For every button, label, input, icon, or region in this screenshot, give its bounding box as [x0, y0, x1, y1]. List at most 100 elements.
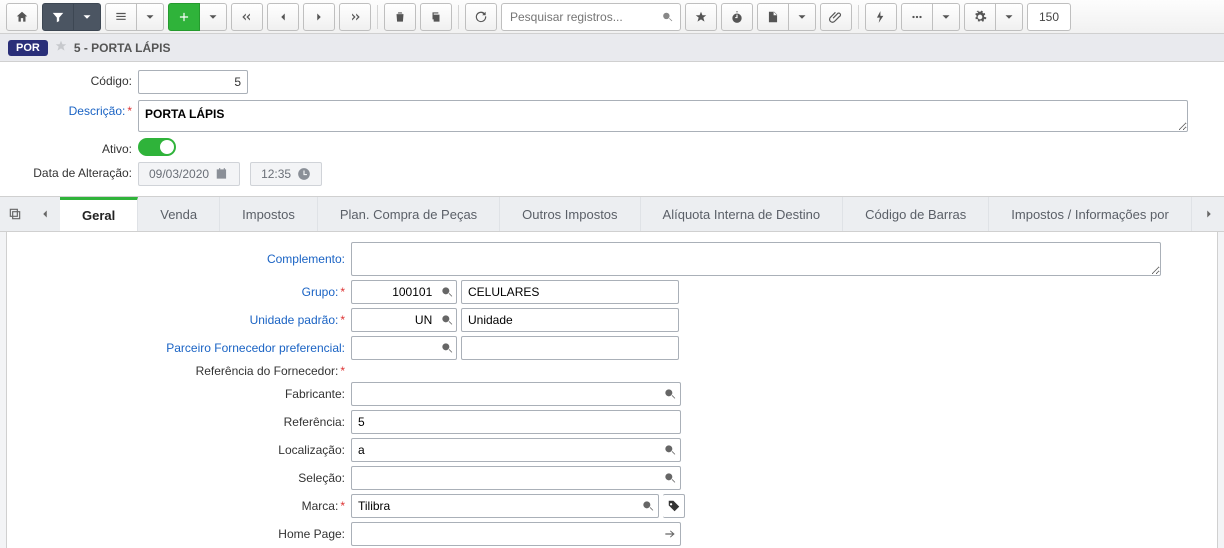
- tab-impostos[interactable]: Impostos: [220, 197, 318, 231]
- search-icon: [661, 10, 674, 24]
- chevron-right-icon: [1202, 207, 1216, 221]
- first-button[interactable]: [231, 3, 263, 31]
- paperclip-icon: [829, 10, 843, 24]
- ativo-toggle[interactable]: [138, 138, 176, 156]
- tabs-scroll-left[interactable]: [30, 197, 60, 231]
- favorite-button[interactable]: [685, 3, 717, 31]
- favorite-toggle[interactable]: [54, 39, 68, 56]
- complemento-input[interactable]: [351, 242, 1161, 276]
- toolbar: 150: [0, 0, 1224, 34]
- settings-button[interactable]: [964, 3, 996, 31]
- more-dropdown[interactable]: [933, 3, 960, 31]
- chevron-down-icon: [939, 10, 953, 24]
- tabs-clone[interactable]: [0, 197, 30, 231]
- data-alteracao-time: 12:35: [250, 162, 322, 186]
- timer-button[interactable]: [721, 3, 753, 31]
- delete-button[interactable]: [384, 3, 416, 31]
- filter-dropdown[interactable]: [74, 3, 101, 31]
- list-button[interactable]: [105, 3, 137, 31]
- homepage-label: Home Page:: [17, 527, 351, 541]
- tab-panel-geral: Complemento: Grupo:* Unidade padrão:* Pa…: [6, 232, 1218, 548]
- codigo-label: Código:: [14, 70, 138, 88]
- record-title: 5 - PORTA LÁPIS: [74, 41, 171, 55]
- complemento-label[interactable]: Complemento:: [17, 252, 351, 266]
- chevron-down-icon: [143, 10, 157, 24]
- search-icon: [663, 443, 677, 457]
- home-icon: [15, 10, 29, 24]
- list-dropdown[interactable]: [137, 3, 164, 31]
- parceiro-label[interactable]: Parceiro Fornecedor preferencial:: [17, 341, 351, 355]
- ellipsis-icon: [910, 10, 924, 24]
- calendar-icon: [215, 167, 229, 181]
- tab-codigo-barras[interactable]: Código de Barras: [843, 197, 989, 231]
- tab-geral[interactable]: Geral: [60, 197, 138, 231]
- grupo-desc-input[interactable]: [462, 281, 678, 303]
- marca-lookup[interactable]: [638, 499, 658, 513]
- unidade-label[interactable]: Unidade padrão:*: [17, 313, 351, 327]
- angle-left-icon: [276, 10, 290, 24]
- filter-icon: [51, 10, 65, 24]
- tab-outros-impostos[interactable]: Outros Impostos: [500, 197, 640, 231]
- settings-dropdown[interactable]: [996, 3, 1023, 31]
- tab-plan-compra[interactable]: Plan. Compra de Peças: [318, 197, 500, 231]
- descricao-label[interactable]: Descrição:*: [14, 100, 138, 118]
- chevron-down-icon: [795, 10, 809, 24]
- bolt-icon: [874, 10, 888, 24]
- tab-venda[interactable]: Venda: [138, 197, 220, 231]
- parceiro-code-input[interactable]: [352, 337, 438, 359]
- search-input[interactable]: [508, 9, 661, 25]
- bolt-button[interactable]: [865, 3, 897, 31]
- ativo-label: Ativo:: [14, 138, 138, 156]
- localizacao-lookup[interactable]: [659, 443, 680, 457]
- add-button[interactable]: [168, 3, 200, 31]
- selecao-lookup[interactable]: [659, 471, 680, 485]
- homepage-go[interactable]: [659, 527, 680, 541]
- last-button[interactable]: [339, 3, 371, 31]
- refresh-button[interactable]: [465, 3, 497, 31]
- marca-tag[interactable]: [663, 494, 685, 518]
- grupo-code-input[interactable]: [352, 281, 438, 303]
- copy-icon: [429, 10, 443, 24]
- descricao-input[interactable]: [138, 100, 1188, 132]
- search-icon: [440, 285, 454, 299]
- reffor-label: Referência do Fornecedor:*: [17, 364, 351, 378]
- unidade-code-input[interactable]: [352, 309, 438, 331]
- chevron-down-icon: [80, 10, 94, 24]
- more-button[interactable]: [901, 3, 933, 31]
- copy-button[interactable]: [420, 3, 452, 31]
- tabs-bar: Geral Venda Impostos Plan. Compra de Peç…: [0, 196, 1224, 232]
- tag-icon: [667, 499, 681, 513]
- grupo-lookup[interactable]: [438, 285, 456, 299]
- export-dropdown[interactable]: [789, 3, 816, 31]
- unidade-lookup[interactable]: [438, 313, 456, 327]
- fabricante-input[interactable]: [352, 383, 659, 405]
- attach-button[interactable]: [820, 3, 852, 31]
- referencia-input[interactable]: [352, 411, 680, 433]
- module-chip: POR: [8, 40, 48, 56]
- chevron-left-icon: [38, 207, 52, 221]
- prev-button[interactable]: [267, 3, 299, 31]
- export-button[interactable]: [757, 3, 789, 31]
- tabs-scroll-right[interactable]: [1194, 197, 1224, 231]
- search-icon: [440, 341, 454, 355]
- angle-right-icon: [312, 10, 326, 24]
- unidade-desc-input[interactable]: [462, 309, 678, 331]
- homepage-input[interactable]: [352, 523, 659, 545]
- tab-impostos-info[interactable]: Impostos / Informações por: [989, 197, 1192, 231]
- fabricante-lookup[interactable]: [659, 387, 680, 401]
- codigo-input[interactable]: [138, 70, 248, 94]
- localizacao-input[interactable]: [352, 439, 659, 461]
- grupo-label[interactable]: Grupo:*: [17, 285, 351, 299]
- add-dropdown[interactable]: [200, 3, 227, 31]
- filter-button[interactable]: [42, 3, 74, 31]
- tab-aliquota[interactable]: Alíquota Interna de Destino: [641, 197, 844, 231]
- next-button[interactable]: [303, 3, 335, 31]
- home-button[interactable]: [6, 3, 38, 31]
- chevron-down-icon: [1002, 10, 1016, 24]
- selecao-input[interactable]: [352, 467, 659, 489]
- search-box[interactable]: [501, 3, 681, 31]
- parceiro-lookup[interactable]: [438, 341, 456, 355]
- marca-input[interactable]: [352, 495, 638, 517]
- list-icon: [114, 10, 128, 24]
- parceiro-desc-input[interactable]: [462, 337, 678, 359]
